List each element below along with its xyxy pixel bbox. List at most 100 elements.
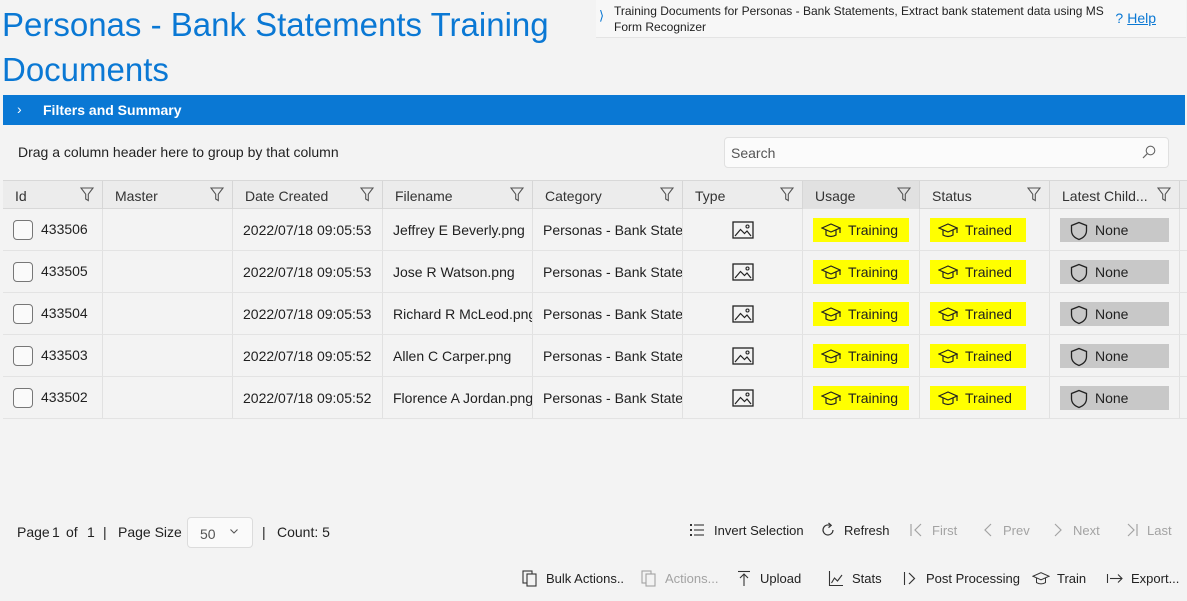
cell-filename[interactable]: Jeffrey E Beverly.png [383,209,533,250]
column-header-filename[interactable]: Filename [383,181,533,209]
cell-usage[interactable]: Training [803,377,920,418]
search-input[interactable] [731,143,1131,163]
filter-icon[interactable] [780,187,794,202]
invert-selection-label[interactable]: Invert Selection [714,523,804,538]
last-label[interactable]: Last [1147,523,1172,538]
table-row[interactable]: 433502 2022/07/18 09:05:52 Florence A Jord… [3,377,1187,419]
table-row[interactable]: 433505 2022/07/18 09:05:53 Jose R Watson.p… [3,251,1187,293]
help-label[interactable]: Help [1127,10,1156,26]
cell-id[interactable]: 433502 [3,377,103,418]
row-checkbox[interactable] [13,346,33,366]
filter-icon[interactable] [210,187,224,202]
prev-label[interactable]: Prev [1003,523,1030,538]
cell-date-created[interactable]: 2022/07/18 09:05:53 [233,209,383,250]
cell-filename[interactable]: Florence A Jordan.png [383,377,533,418]
train-label[interactable]: Train [1057,571,1086,586]
column-header-date-created[interactable]: Date Created [233,181,383,209]
filter-icon[interactable] [510,187,524,202]
chevron-down-icon[interactable] [229,526,239,536]
cell-type[interactable] [683,335,803,376]
filter-icon[interactable] [897,187,911,202]
cell-latest-child[interactable]: None [1050,209,1180,250]
actions-label[interactable]: Actions... [665,571,718,586]
filter-icon[interactable] [1027,187,1041,202]
cell-category[interactable]: Personas - Bank Statements [533,209,683,250]
cell-id[interactable]: 433504 [3,293,103,334]
search-box[interactable] [724,137,1169,168]
post-processing-label[interactable]: Post Processing [926,571,1020,586]
filter-icon[interactable] [360,187,374,202]
search-icon[interactable] [1142,145,1156,159]
export-label[interactable]: Export... [1131,571,1179,586]
cell-status[interactable]: Trained [920,377,1050,418]
cell-status[interactable]: Trained [920,209,1050,250]
cell-status[interactable]: Trained [920,293,1050,334]
cell-category[interactable]: Personas - Bank Statements [533,251,683,292]
table-row[interactable]: 433503 2022/07/18 09:05:52 Allen C Carper.… [3,335,1187,377]
cell-latest-child[interactable]: None [1050,335,1180,376]
first-label[interactable]: First [932,523,957,538]
table-row[interactable]: 433504 2022/07/18 09:05:53 Richard R McLeo… [3,293,1187,335]
next-label[interactable]: Next [1073,523,1100,538]
cell-id[interactable]: 433505 [3,251,103,292]
column-header-status[interactable]: Status [920,181,1050,209]
row-checkbox[interactable] [13,304,33,324]
column-header-master[interactable]: Master [103,181,233,209]
filters-label[interactable]: Filters and Summary [43,102,182,118]
cell-category[interactable]: Personas - Bank Statements [533,377,683,418]
cell-id[interactable]: 433503 [3,335,103,376]
cell-master[interactable] [103,293,233,334]
row-checkbox[interactable] [13,388,33,408]
cell-master[interactable] [103,377,233,418]
cell-usage[interactable]: Training [803,293,920,334]
cell-date-created[interactable]: 2022/07/18 09:05:53 [233,251,383,292]
column-header-latest-child[interactable]: Latest Child... [1050,181,1180,209]
cell-filename[interactable]: Allen C Carper.png [383,335,533,376]
cell-id[interactable]: 433506 [3,209,103,250]
filter-icon[interactable] [1157,187,1171,202]
filter-icon[interactable] [80,187,94,202]
description-panel[interactable]: ⟩ Training Documents for Personas - Bank… [596,0,1186,38]
page-size-value[interactable]: 50 [200,526,216,542]
column-header-category[interactable]: Category [533,181,683,209]
help-link[interactable]: ? Help [1115,10,1156,26]
cell-master[interactable] [103,251,233,292]
cell-usage[interactable]: Training [803,209,920,250]
cell-usage[interactable]: Training [803,335,920,376]
cell-usage[interactable]: Training [803,251,920,292]
cell-latest-child[interactable]: None [1050,377,1180,418]
cell-date-created[interactable]: 2022/07/18 09:05:52 [233,377,383,418]
cell-type[interactable] [683,209,803,250]
stats-label[interactable]: Stats [852,571,882,586]
cell-category[interactable]: Personas - Bank Statements [533,335,683,376]
cell-date-created[interactable]: 2022/07/18 09:05:52 [233,335,383,376]
cell-filename[interactable]: Jose R Watson.png [383,251,533,292]
cell-master[interactable] [103,209,233,250]
page-size-select[interactable]: 50 [187,517,253,548]
cell-filename[interactable]: Richard R McLeod.png [383,293,533,334]
cell-type[interactable] [683,251,803,292]
refresh-label[interactable]: Refresh [844,523,890,538]
cell-type[interactable] [683,377,803,418]
bulk-actions-label[interactable]: Bulk Actions.. [546,571,624,586]
cell-latest-child[interactable]: None [1050,293,1180,334]
cell-date-created[interactable]: 2022/07/18 09:05:53 [233,293,383,334]
upload-label[interactable]: Upload [760,571,801,586]
cell-master[interactable] [103,335,233,376]
row-checkbox[interactable] [13,262,33,282]
description-chevron-icon[interactable]: ⟩ [599,8,604,24]
cell-status[interactable]: Trained [920,251,1050,292]
row-checkbox[interactable] [13,220,33,240]
filters-and-summary-bar[interactable]: › Filters and Summary [3,95,1185,125]
cell-latest-child[interactable]: None [1050,251,1180,292]
cell-status[interactable]: Trained [920,335,1050,376]
cell-type[interactable] [683,293,803,334]
documents-icon [522,570,537,587]
chevron-right-icon[interactable]: › [17,101,22,117]
table-row[interactable]: 433506 2022/07/18 09:05:53 Jeffrey E Bever… [3,209,1187,251]
filter-icon[interactable] [660,187,674,202]
column-header-type[interactable]: Type [683,181,803,209]
column-header-usage[interactable]: Usage [803,181,920,209]
cell-category[interactable]: Personas - Bank Statements [533,293,683,334]
column-header-id[interactable]: Id [3,181,103,209]
